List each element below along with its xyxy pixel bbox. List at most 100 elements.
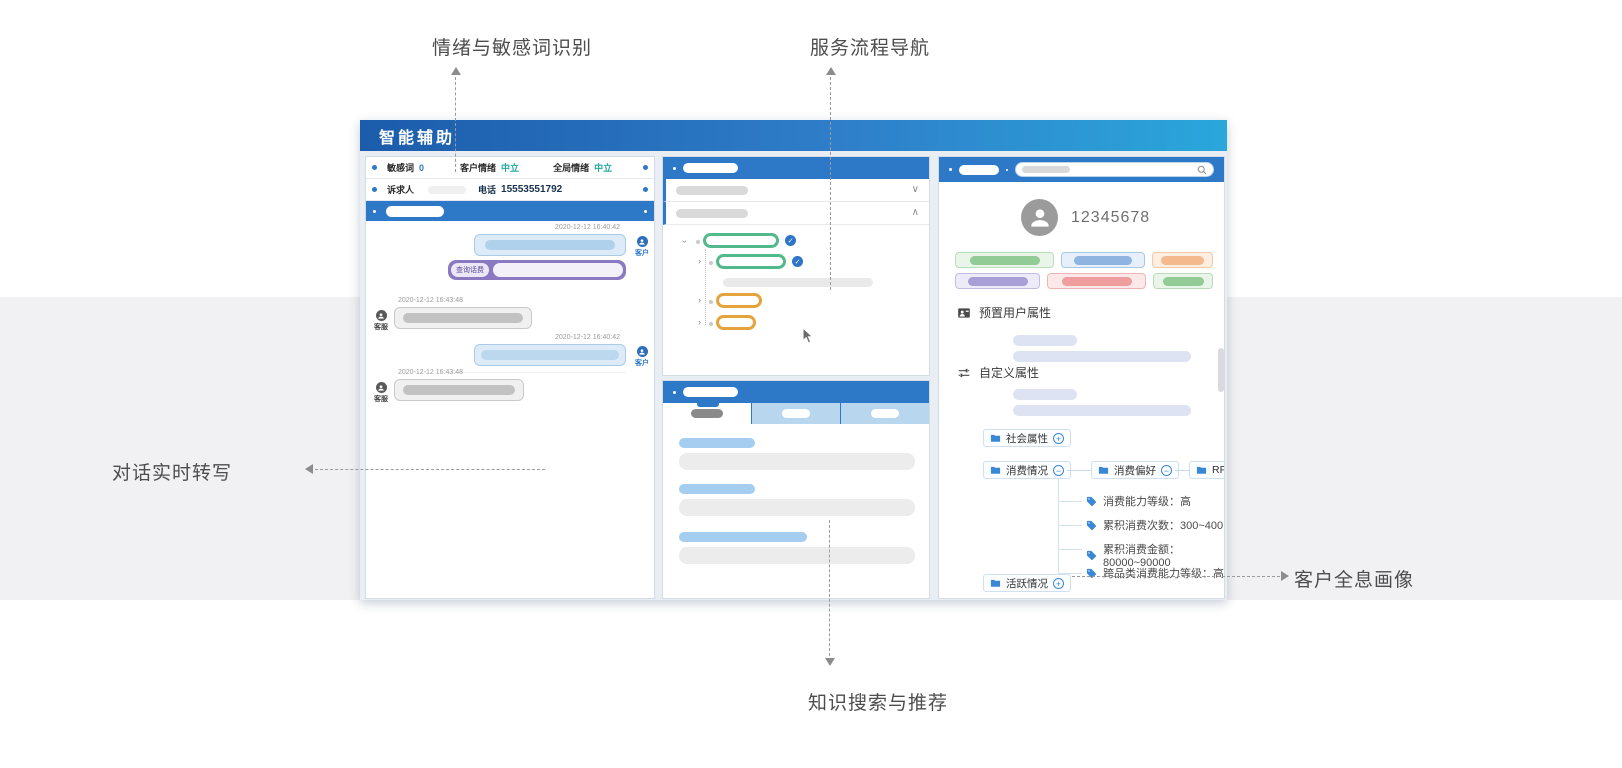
message-timestamp: 2020-12-12 16:43:48 (398, 369, 463, 376)
dot-icon (1006, 169, 1008, 171)
flow-node-pending[interactable] (716, 293, 762, 308)
message-text-placeholder (481, 350, 619, 360)
agent-avatar-icon (376, 382, 387, 393)
attribute-tag-text: 跨品类消费能力等级：高 (1103, 565, 1224, 581)
knowledge-item-title[interactable] (679, 532, 807, 542)
dot-icon (673, 391, 676, 394)
tree-node-dot-icon (709, 322, 713, 326)
search-placeholder-pill (1022, 166, 1070, 173)
chevron-up-icon[interactable]: ∧ (912, 208, 919, 218)
check-circle-icon: ✓ (792, 256, 803, 267)
transcript-subheader (366, 201, 654, 221)
profile-tag[interactable] (1152, 252, 1214, 268)
flow-node-pending[interactable] (716, 315, 756, 330)
node-dot-icon (372, 165, 377, 170)
leader-line-transcription (315, 469, 545, 470)
profile-tag[interactable] (955, 252, 1054, 268)
profile-tag[interactable] (955, 273, 1040, 289)
customer-emotion-value: 中立 (501, 161, 519, 174)
arrow-up-icon (451, 67, 461, 75)
customer-emotion-label: 客户情绪 (460, 161, 496, 174)
tree-node-dot-icon (709, 261, 713, 265)
folder-label: 社会属性 (1006, 431, 1048, 446)
expand-plus-icon[interactable]: + (1053, 578, 1064, 589)
collapse-minus-icon[interactable]: − (1053, 465, 1064, 476)
folder-preference[interactable]: 消费偏好 − (1091, 461, 1179, 479)
message-timestamp: 2020-12-12 16:43:48 (398, 297, 463, 304)
attribute-placeholder (1013, 405, 1191, 416)
sensitive-word-label: 敏感词 (387, 161, 414, 174)
attribute-placeholder (1013, 351, 1191, 362)
expander-closed-icon[interactable]: › (698, 318, 701, 327)
leader-line-service-flow (830, 77, 831, 290)
collapse-minus-icon[interactable]: − (1161, 465, 1172, 476)
attribute-tag-line: 累积消费次数：300~400 (1086, 517, 1223, 533)
attribute-tag-text: 消费能力等级：高 (1103, 493, 1191, 509)
vertical-scrollbar[interactable] (1218, 348, 1224, 392)
folder-label: RFM (1212, 464, 1225, 476)
profile-tag[interactable] (1047, 273, 1146, 289)
window-header: 智能辅助 (360, 120, 1227, 151)
sliders-icon (957, 366, 971, 380)
expander-closed-icon[interactable]: › (698, 257, 701, 266)
mouse-cursor-icon (802, 327, 815, 344)
profile-tag[interactable] (1153, 273, 1213, 289)
folder-social-attributes[interactable]: 社会属性 + (983, 429, 1071, 447)
tree-stub (1058, 549, 1082, 550)
smart-assist-window: 智能辅助 敏感词 0 客户情绪 中立 全局情绪 中立 诉求人 电话 155535… (360, 120, 1227, 600)
transcript-panel: 敏感词 0 客户情绪 中立 全局情绪 中立 诉求人 电话 15553551792 (365, 156, 655, 599)
tab-inactive[interactable] (751, 403, 840, 424)
subheader-title-placeholder (386, 206, 444, 217)
emotion-stats-row: 敏感词 0 客户情绪 中立 全局情绪 中立 (366, 157, 654, 179)
search-icon[interactable] (1197, 165, 1207, 175)
search-input[interactable] (1015, 162, 1214, 177)
sensitive-word-count: 0 (419, 163, 424, 173)
expander-closed-icon[interactable]: › (698, 296, 701, 305)
folder-activity[interactable]: 活跃情况 + (983, 574, 1071, 592)
tab-label-placeholder (782, 409, 810, 418)
custom-attributes-label: 自定义属性 (979, 364, 1039, 381)
caller-name-placeholder (428, 186, 466, 194)
flow-collapsed-row[interactable]: ∨ (663, 179, 929, 202)
tree-guide-line (705, 249, 706, 325)
flow-expanded-row[interactable]: ∧ (663, 202, 929, 225)
message-text-placeholder (403, 313, 523, 323)
knowledge-item-title[interactable] (679, 438, 755, 448)
folder-icon (1196, 465, 1207, 476)
tab-active[interactable] (663, 403, 751, 424)
active-tab-notch (697, 403, 719, 407)
custom-attributes-section: 自定义属性 (957, 364, 1039, 381)
customer-message-bubble (474, 344, 626, 366)
customer-avatar-block: 客户 (632, 236, 652, 258)
folder-icon (990, 433, 1001, 444)
tab-label-placeholder (691, 409, 723, 418)
flow-node-done[interactable] (716, 254, 786, 269)
check-circle-icon: ✓ (785, 235, 796, 246)
annotation-portrait: 客户全息画像 (1294, 565, 1414, 592)
expander-open-icon[interactable]: › (680, 240, 689, 243)
profile-tag[interactable] (1061, 252, 1144, 268)
folder-consumption[interactable]: 消费情况 − (983, 461, 1071, 479)
folder-label: 消费情况 (1006, 463, 1048, 478)
customer-id: 12345678 (1071, 209, 1150, 227)
preset-attributes-label: 预置用户属性 (979, 304, 1051, 321)
chevron-down-icon[interactable]: ∨ (912, 185, 919, 195)
agent-avatar-block: 客服 (371, 310, 391, 332)
customer-message-bubble (474, 234, 626, 256)
message-timestamp: 2020-12-12 16:40:42 (555, 334, 620, 341)
tree-vertical-line (1058, 479, 1059, 574)
node-dot-icon (372, 187, 377, 192)
tab-inactive[interactable] (840, 403, 929, 424)
phone-label: 电话 (478, 183, 496, 196)
knowledge-panel-header (663, 381, 929, 403)
arrow-right-icon (1281, 571, 1289, 581)
knowledge-item-title[interactable] (679, 484, 755, 494)
expand-plus-icon[interactable]: + (1053, 433, 1064, 444)
agent-role-label: 客服 (374, 394, 388, 404)
tag-icon (1086, 520, 1097, 531)
flow-node-done[interactable] (703, 233, 779, 248)
id-card-icon (957, 306, 971, 320)
arrow-down-icon (825, 658, 835, 666)
message-text-placeholder (403, 385, 515, 395)
folder-rfm[interactable]: RFM − (1189, 461, 1225, 479)
